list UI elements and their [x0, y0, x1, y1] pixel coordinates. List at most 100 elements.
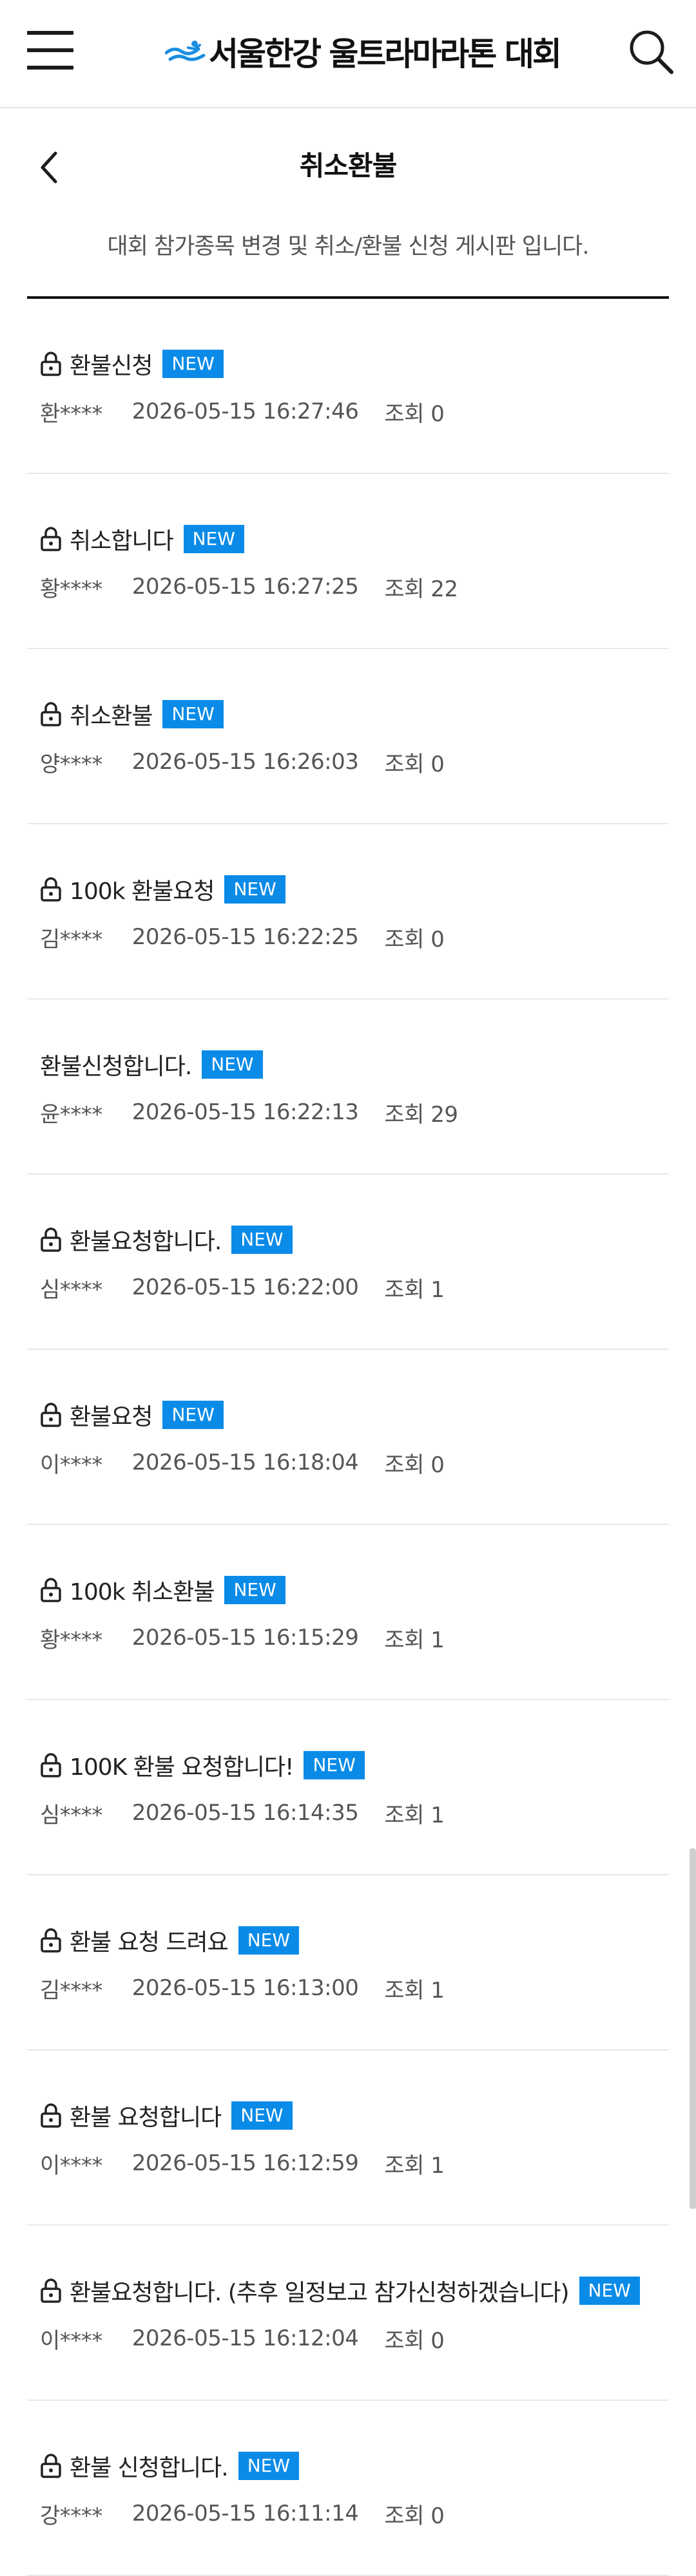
- post-author: 환****: [40, 401, 102, 427]
- logo-text: 서울한강 울트라마라톤 대회: [209, 35, 562, 73]
- list-item[interactable]: 환불신청합니다. NEW 윤**** 2026-05-15 16:22:13 조회 29: [27, 999, 669, 1175]
- post-title[interactable]: 취소환불: [70, 697, 153, 731]
- new-badge: NEW: [224, 875, 285, 904]
- post-title-line: 환불요청합니다. (추후 일정보고 참가신청하겠습니다) NEW: [40, 2275, 640, 2307]
- post-title[interactable]: 환불 요청 드려요: [70, 1924, 229, 1957]
- post-views: 조회 0: [384, 2327, 445, 2354]
- new-badge: NEW: [238, 2452, 300, 2480]
- post-author: 이****: [40, 2152, 102, 2179]
- post-date: 2026-05-15 16:18:04: [131, 1450, 359, 1475]
- post-date: 2026-05-15 16:27:25: [131, 574, 359, 600]
- post-views: 조회 1: [384, 1627, 445, 1653]
- lock-icon: [40, 2453, 62, 2479]
- post-author: 심****: [40, 1802, 102, 1828]
- list-item[interactable]: 환불 요청합니다 NEW 이**** 2026-05-15 16:12:59 조회 1: [27, 2050, 669, 2226]
- list-item[interactable]: 환불신청 NEW 환**** 2026-05-15 16:27:46 조회 0: [27, 299, 669, 474]
- post-title[interactable]: 100k 환불요청: [70, 873, 215, 906]
- post-meta: 강**** 2026-05-15 16:11:14 조회 0: [40, 2497, 445, 2530]
- post-views: 조회 29: [384, 1101, 458, 1128]
- post-title-line: 100k 환불요청 NEW: [40, 873, 285, 905]
- post-meta: 김**** 2026-05-15 16:22:25 조회 0: [40, 921, 445, 953]
- post-views: 조회 1: [384, 2152, 445, 2179]
- lock-icon: [40, 1227, 62, 1253]
- post-date: 2026-05-15 16:15:29: [131, 1625, 359, 1651]
- post-author: 김****: [40, 926, 102, 952]
- hamburger-menu-icon[interactable]: [27, 31, 73, 70]
- post-meta: 양**** 2026-05-15 16:26:03 조회 0: [40, 746, 445, 778]
- post-author: 양****: [40, 751, 102, 777]
- post-title[interactable]: 환불신청합니다.: [40, 1048, 192, 1081]
- post-author: 이****: [40, 2327, 102, 2354]
- new-badge: NEW: [231, 2101, 293, 2130]
- post-title[interactable]: 환불요청: [70, 1398, 153, 1432]
- post-meta: 이**** 2026-05-15 16:18:04 조회 0: [40, 1446, 445, 1479]
- post-meta: 이**** 2026-05-15 16:12:59 조회 1: [40, 2147, 445, 2179]
- list-item[interactable]: 100K 환불 요청합니다! NEW 심**** 2026-05-15 16:14:3…: [27, 1700, 669, 1875]
- runner-wave-logo: [165, 41, 206, 61]
- lock-icon: [40, 701, 62, 727]
- post-title[interactable]: 환불요청합니다. (추후 일정보고 참가신청하겠습니다): [70, 2274, 570, 2307]
- post-title[interactable]: 환불요청합니다.: [70, 1223, 222, 1256]
- site-logo[interactable]: 서울한강 울트라마라톤 대회: [165, 27, 562, 76]
- list-item[interactable]: 취소합니다 NEW 황**** 2026-05-15 16:27:25 조회 22: [27, 474, 669, 649]
- new-badge: NEW: [238, 1926, 300, 1955]
- post-views: 조회 1: [384, 1802, 445, 1828]
- post-title[interactable]: 환불신청: [70, 347, 153, 381]
- post-title[interactable]: 취소합니다: [70, 522, 174, 556]
- post-title-line: 환불 신청합니다. NEW: [40, 2449, 300, 2483]
- new-badge: NEW: [304, 1751, 365, 1779]
- search-icon[interactable]: [626, 27, 675, 76]
- list-item[interactable]: 환불요청 NEW 이**** 2026-05-15 16:18:04 조회 0: [27, 1350, 669, 1525]
- post-author: 황****: [40, 1627, 102, 1653]
- post-date: 2026-05-15 16:22:00: [131, 1274, 359, 1300]
- list-item[interactable]: 100k 환불요청 NEW 김**** 2026-05-15 16:22:25 조회 0: [27, 824, 669, 999]
- new-badge: NEW: [579, 2277, 640, 2305]
- scrollbar[interactable]: [690, 1848, 696, 2209]
- list-item[interactable]: 취소환불 NEW 양**** 2026-05-15 16:26:03 조회 0: [27, 649, 669, 824]
- lock-icon: [40, 526, 62, 552]
- lock-icon: [40, 1402, 62, 1428]
- lock-icon: [40, 351, 62, 377]
- lock-icon: [40, 1927, 62, 1953]
- post-list: 환불신청 NEW 환**** 2026-05-15 16:27:46 조회 0 취소합니다…: [27, 299, 669, 2576]
- new-badge: NEW: [183, 525, 244, 553]
- post-meta: 심**** 2026-05-15 16:14:35 조회 1: [40, 1797, 445, 1829]
- list-item[interactable]: 환불요청합니다. NEW 심**** 2026-05-15 16:22:00 조회 1: [27, 1175, 669, 1350]
- post-title[interactable]: 100K 환불 요청합니다!: [70, 1748, 294, 1782]
- lock-icon: [40, 1577, 62, 1603]
- post-views: 조회 0: [384, 401, 445, 427]
- post-date: 2026-05-15 16:12:04: [131, 2325, 359, 2351]
- lock-icon: [40, 1752, 62, 1778]
- post-views: 조회 1: [384, 1276, 445, 1303]
- post-views: 조회 22: [384, 576, 458, 602]
- post-date: 2026-05-15 16:12:59: [131, 2150, 359, 2176]
- post-meta: 이**** 2026-05-15 16:12:04 조회 0: [40, 2322, 445, 2354]
- post-title-line: 취소환불 NEW: [40, 698, 224, 730]
- post-date: 2026-05-15 16:22:25: [131, 924, 359, 950]
- post-date: 2026-05-15 16:14:35: [131, 1800, 359, 1826]
- list-item[interactable]: 환불 신청합니다. NEW 강**** 2026-05-15 16:11:14 조회 0: [27, 2401, 669, 2576]
- post-title-line: 환불 요청 드려요 NEW: [40, 1924, 300, 1957]
- post-date: 2026-05-15 16:26:03: [131, 749, 359, 775]
- post-date: 2026-05-15 16:11:14: [131, 2501, 359, 2526]
- post-title[interactable]: 100k 취소환불: [70, 1573, 215, 1607]
- list-item[interactable]: 100k 취소환불 NEW 황**** 2026-05-15 16:15:29 조회 1: [27, 1525, 669, 1700]
- list-item[interactable]: 환불요청합니다. (추후 일정보고 참가신청하겠습니다) NEW 이**** 2026…: [27, 2226, 669, 2401]
- post-views: 조회 0: [384, 1452, 445, 1478]
- lock-icon: [40, 876, 62, 902]
- new-badge: NEW: [224, 1576, 285, 1604]
- post-views: 조회 0: [384, 2503, 445, 2529]
- post-meta: 윤**** 2026-05-15 16:22:13 조회 29: [40, 1096, 458, 1128]
- post-title[interactable]: 환불 요청합니다: [70, 2099, 222, 2132]
- new-badge: NEW: [202, 1050, 263, 1079]
- lock-icon: [40, 2103, 62, 2128]
- new-badge: NEW: [162, 1401, 224, 1429]
- post-meta: 김**** 2026-05-15 16:13:00 조회 1: [40, 1972, 445, 2004]
- post-meta: 환**** 2026-05-15 16:27:46 조회 0: [40, 395, 445, 428]
- post-views: 조회 0: [384, 751, 445, 777]
- post-title[interactable]: 환불 신청합니다.: [70, 2449, 229, 2483]
- post-author: 황****: [40, 576, 102, 602]
- list-item[interactable]: 환불 요청 드려요 NEW 김**** 2026-05-15 16:13:00 조회 1: [27, 1875, 669, 2050]
- post-title-line: 100k 취소환불 NEW: [40, 1574, 285, 1606]
- page-title: 취소환불: [299, 150, 398, 182]
